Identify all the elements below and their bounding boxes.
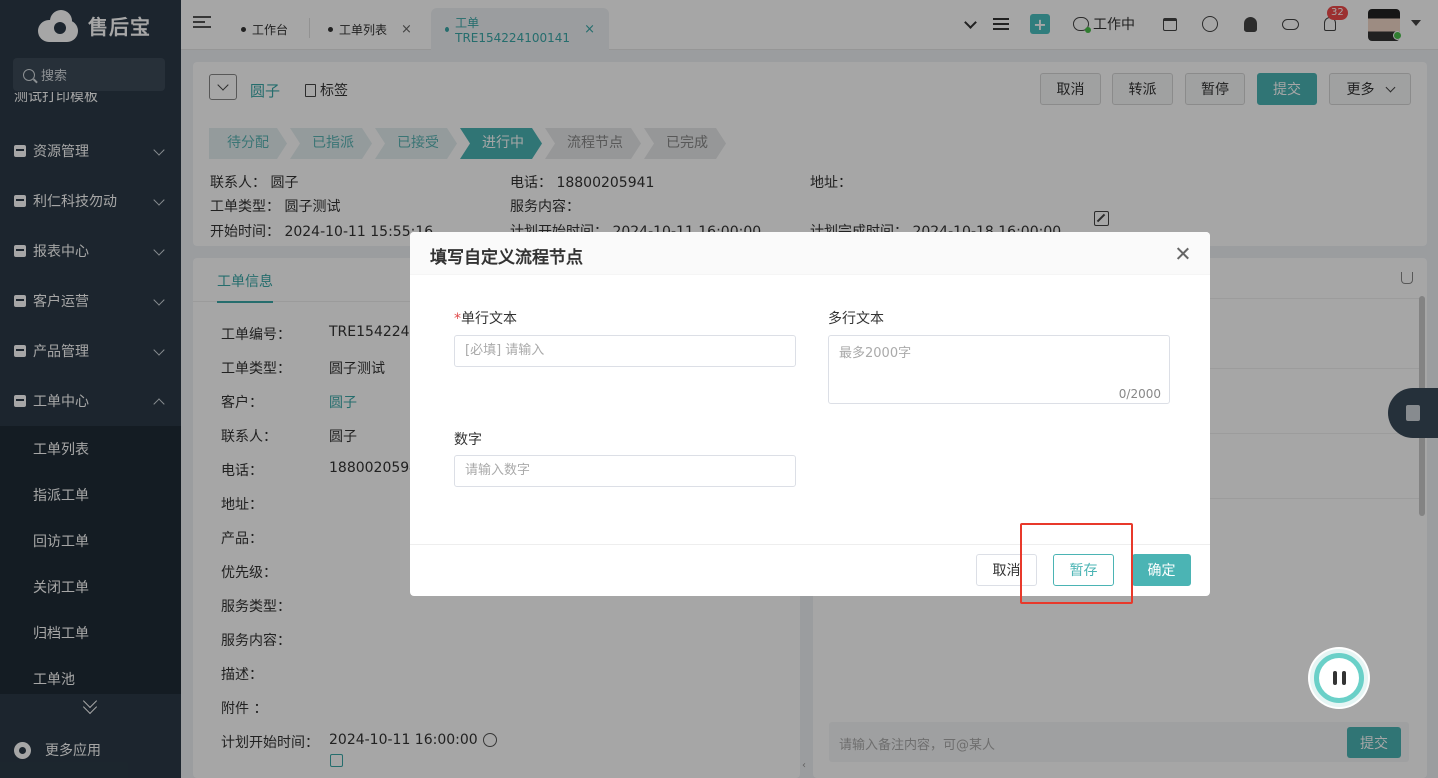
dialog-title: 填写自定义流程节点 <box>430 248 583 268</box>
pause-recording-button[interactable] <box>1310 649 1368 707</box>
number-input[interactable]: 请输入数字 <box>454 455 796 487</box>
multi-text-placeholder: 最多2000字 <box>839 346 912 361</box>
single-text-input[interactable]: [必填] 请输入 <box>454 335 796 367</box>
required-mark: * <box>454 311 461 327</box>
char-counter: 0/2000 <box>1118 387 1161 401</box>
pause-icon <box>1319 658 1359 698</box>
highlight-box <box>1020 523 1133 604</box>
single-text-label-text: 单行文本 <box>461 311 517 327</box>
number-label: 数字 <box>454 432 482 448</box>
single-text-label: *单行文本 <box>454 308 517 328</box>
dialog-confirm-button[interactable]: 确定 <box>1132 554 1191 586</box>
close-icon[interactable] <box>1173 244 1193 264</box>
multi-text-textarea[interactable]: 最多2000字 0/2000 <box>828 335 1170 404</box>
multi-text-label: 多行文本 <box>828 311 884 327</box>
